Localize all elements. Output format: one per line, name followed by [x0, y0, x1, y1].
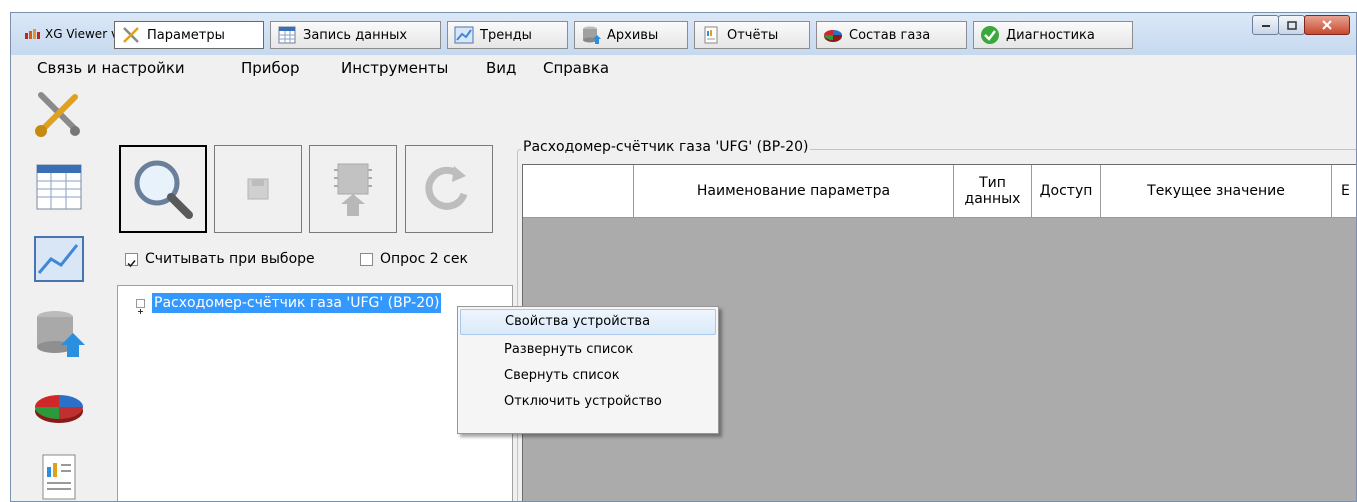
report-icon	[704, 26, 718, 44]
minimize-button[interactable]	[1252, 15, 1279, 35]
tab-diagnostics[interactable]: Диагностика	[973, 21, 1133, 49]
chip-download-icon	[334, 163, 372, 216]
table-icon	[36, 164, 82, 210]
search-button[interactable]	[119, 145, 207, 233]
column-header-name[interactable]: Наименование параметра	[634, 165, 954, 217]
tools-icon	[35, 92, 80, 137]
group-title: Расходомер-счётчик газа 'UFG' (ВР-20)	[521, 139, 811, 155]
pie-icon	[824, 30, 842, 42]
tab-data-record-label: Запись данных	[303, 27, 408, 43]
save-button[interactable]	[214, 145, 302, 233]
menu-item-collapse-list[interactable]: Свернуть список	[460, 363, 716, 389]
side-nav-gas-composition[interactable]	[31, 379, 87, 431]
app-logo-icon	[25, 29, 40, 39]
tab-reports-label: Отчёты	[727, 27, 779, 43]
search-icon	[134, 160, 193, 219]
poll-checkbox[interactable]	[360, 253, 373, 266]
database-upload-icon	[37, 311, 85, 357]
column-header-unit[interactable]: Е	[1332, 165, 1356, 217]
menu-item-device-properties[interactable]: Свойства устройства	[460, 309, 716, 335]
refresh-icon	[425, 166, 468, 210]
tab-archives-label: Архивы	[607, 27, 659, 43]
table-icon	[278, 26, 296, 44]
tab-trends[interactable]: Тренды	[447, 21, 568, 49]
checkmark-icon	[127, 259, 136, 268]
column-header-value[interactable]: Текущее значение	[1101, 165, 1332, 217]
chart-icon	[34, 236, 84, 282]
save-icon	[247, 178, 269, 200]
tab-gas-composition[interactable]: Состав газа	[816, 21, 967, 49]
tools-icon	[123, 27, 139, 43]
maximize-icon	[1286, 20, 1297, 30]
tab-trends-label: Тренды	[480, 27, 532, 43]
menu-bar: Связь и настройки Прибор Инструменты Вид…	[11, 55, 1356, 79]
context-menu: Свойства устройства Развернуть список Св…	[457, 306, 719, 434]
column-header-type[interactable]: Тип данных	[954, 165, 1032, 217]
close-button[interactable]	[1304, 15, 1350, 35]
menu-item-disconnect-device[interactable]: Отключить устройство	[460, 389, 716, 415]
side-nav-parameters[interactable]	[31, 89, 87, 141]
tab-reports[interactable]: Отчёты	[694, 21, 810, 49]
menu-tools[interactable]: Инструменты	[341, 59, 448, 77]
database-icon	[583, 26, 601, 44]
menu-connection[interactable]: Связь и настройки	[37, 59, 185, 77]
tab-archives[interactable]: Архивы	[574, 21, 688, 49]
chart-icon	[454, 26, 474, 44]
tab-data-record[interactable]: Запись данных	[270, 21, 441, 49]
check-icon	[981, 26, 999, 44]
menu-help[interactable]: Справка	[543, 59, 609, 77]
expand-icon[interactable]	[136, 299, 145, 314]
side-nav-data-record[interactable]	[31, 161, 87, 213]
grid-header: Наименование параметра Тип данных Доступ…	[523, 165, 1356, 218]
side-nav	[11, 81, 109, 501]
refresh-button[interactable]	[405, 145, 493, 233]
tab-parameters[interactable]: Параметры	[114, 21, 264, 49]
menu-item-expand-list[interactable]: Развернуть список	[460, 337, 716, 363]
pie-chart-icon	[35, 395, 83, 423]
menu-device[interactable]: Прибор	[241, 59, 300, 77]
tab-parameters-label: Параметры	[147, 27, 225, 43]
read-on-select-label: Считывать при выборе	[145, 251, 315, 267]
device-tree[interactable]: Расходомер-счётчик газа 'UFG' (ВР-20)	[117, 285, 513, 501]
tree-node-device[interactable]: Расходомер-счётчик газа 'UFG' (ВР-20)	[152, 293, 442, 313]
minimize-icon	[1261, 25, 1270, 27]
menu-view[interactable]: Вид	[486, 59, 516, 77]
close-icon	[1322, 20, 1332, 30]
report-icon	[42, 454, 76, 500]
read-on-select-checkbox[interactable]	[125, 253, 138, 268]
tab-gas-composition-label: Состав газа	[849, 27, 931, 43]
write-device-button[interactable]	[309, 145, 397, 233]
app-window: XG Viewer v.1.3.29 (Разработчик) Связь и…	[10, 12, 1357, 502]
poll-label: Опрос 2 сек	[380, 251, 468, 267]
column-header-index[interactable]	[523, 165, 634, 217]
column-header-access[interactable]: Доступ	[1032, 165, 1101, 217]
side-nav-trends[interactable]	[31, 233, 87, 285]
side-nav-reports[interactable]	[31, 451, 87, 501]
side-nav-archives[interactable]	[31, 307, 87, 359]
maximize-button[interactable]	[1278, 15, 1305, 35]
tab-diagnostics-label: Диагностика	[1006, 27, 1095, 43]
